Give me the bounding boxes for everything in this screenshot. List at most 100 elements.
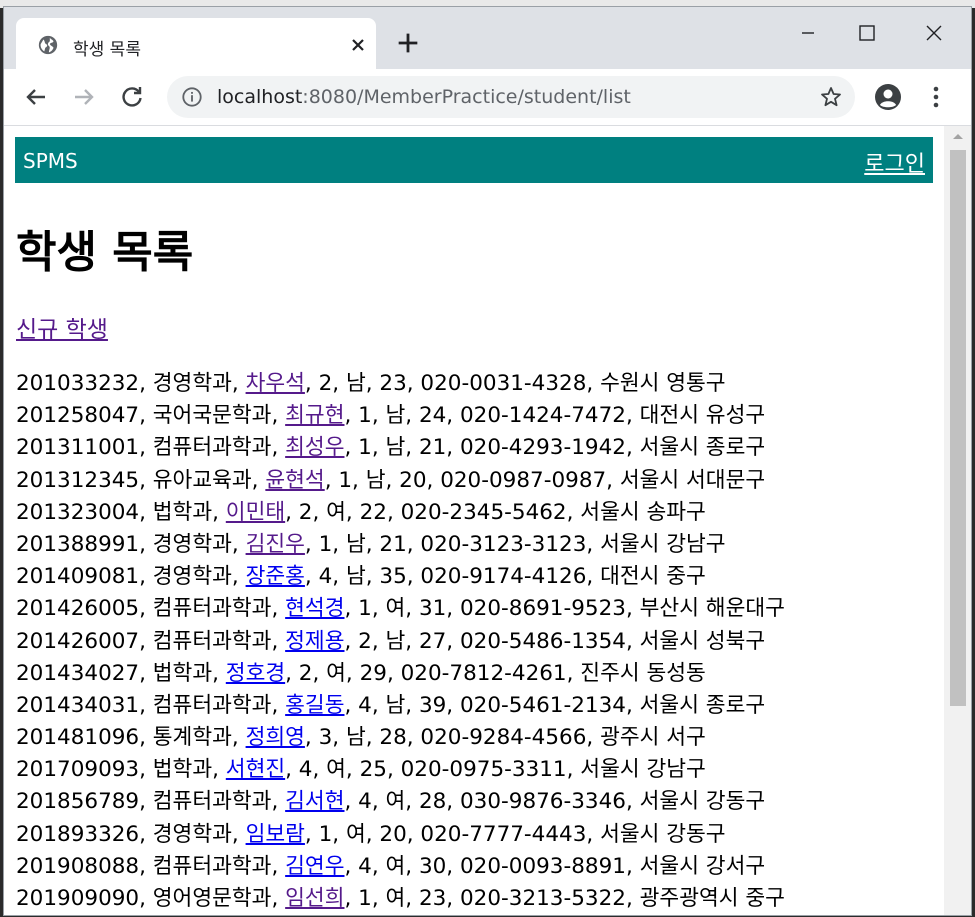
scrollbar-thumb[interactable] — [950, 150, 966, 706]
student-info-suffix: , 1, 남, 20, 020-0987-0987, 서울시 서대문구 — [324, 467, 766, 493]
student-info-prefix: 201856789, 컴퓨터과학과, — [16, 789, 286, 815]
student-row: 201909090, 영어영문학과, 임선희, 1, 여, 23, 020-32… — [16, 883, 785, 915]
address-bar[interactable]: localhost:8080/MemberPractice/student/li… — [167, 76, 855, 118]
brand-logo: SPMS — [23, 149, 78, 173]
student-info-prefix: 201323004, 법학과, — [16, 499, 226, 525]
student-info-suffix: , 3, 남, 28, 020-9284-4566, 광주시 서구 — [304, 725, 706, 751]
student-row: 201481096, 통계학과, 정희영, 3, 남, 28, 020-9284… — [16, 722, 785, 754]
student-name-link[interactable]: 임선희 — [285, 886, 344, 911]
student-info-suffix: , 2, 남, 27, 020-5486-1354, 서울시 성북구 — [344, 628, 766, 654]
student-info-suffix: , 4, 여, 28, 030-9876-3346, 서울시 강동구 — [344, 789, 766, 815]
back-arrow-icon[interactable] — [20, 81, 52, 113]
student-info-suffix: , 2, 여, 22, 020-2345-5462, 서울시 송파구 — [285, 499, 706, 525]
page-viewport: SPMS 로그인 학생 목록 신규 학생 201033232, 경영학과, 차우… — [4, 126, 944, 915]
student-info-prefix: 201033232, 경영학과, — [16, 371, 246, 396]
student-info-prefix: 201909090, 영어영문학과, — [16, 886, 286, 911]
bookmark-star-icon[interactable] — [819, 85, 843, 109]
student-info-prefix: 201908088, 컴퓨터과학과, — [16, 853, 286, 879]
student-name-link[interactable]: 최규현 — [285, 403, 344, 428]
student-name-link[interactable]: 정호경 — [226, 661, 285, 686]
student-info-prefix: 201434031, 컴퓨터과학과, — [16, 692, 286, 718]
student-info-prefix: 201409081, 경영학과, — [16, 564, 246, 590]
student-info-suffix: , 1, 여, 20, 020-7777-4443, 서울시 강동구 — [304, 821, 726, 847]
tab-title: 학생 목록 — [73, 40, 141, 60]
student-info-prefix: 201893326, 경영학과, — [16, 821, 246, 847]
student-info-suffix: , 1, 남, 24, 020-1424-7472, 대전시 유성구 — [344, 403, 766, 429]
minimize-icon[interactable] — [788, 17, 828, 49]
student-row: 201709093, 법학과, 서현진, 4, 여, 25, 020-0975-… — [16, 754, 785, 786]
student-row: 201258047, 국어국문학과, 최규현, 1, 남, 24, 020-14… — [16, 400, 785, 432]
page-title: 학생 목록 — [16, 227, 194, 278]
student-row: 201033232, 경영학과, 차우석, 2, 남, 23, 020-0031… — [16, 368, 785, 400]
student-row: 201426005, 컴퓨터과학과, 현석경, 1, 여, 31, 020-86… — [16, 593, 785, 625]
login-link[interactable]: 로그인 — [864, 146, 925, 178]
maximize-icon[interactable] — [846, 17, 886, 49]
info-icon[interactable] — [181, 86, 203, 108]
url-text[interactable]: localhost:8080/MemberPractice/student/li… — [217, 86, 631, 108]
student-info-suffix: , 4, 여, 30, 020-0093-8891, 서울시 강서구 — [344, 853, 766, 879]
student-row: 201312345, 유아교육과, 윤현석, 1, 남, 20, 020-098… — [16, 465, 785, 497]
student-name-link[interactable]: 정희영 — [246, 725, 305, 750]
student-info-suffix: , 2, 여, 29, 020-7812-4261, 진주시 동성동 — [285, 660, 706, 686]
student-info-prefix: 201311001, 컴퓨터과학과, — [16, 435, 286, 461]
globe-icon — [38, 35, 58, 55]
student-info-prefix: 201388991, 경영학과, — [16, 531, 246, 557]
student-row: 201311001, 컴퓨터과학과, 최성우, 1, 남, 21, 020-42… — [16, 432, 785, 464]
student-row: 201908088, 컴퓨터과학과, 김연우, 4, 여, 30, 020-00… — [16, 851, 785, 883]
student-info-prefix: 201709093, 법학과, — [16, 757, 226, 783]
browser-window: 학생 목록 localhost:8080/MemberPractice/stud… — [3, 6, 972, 916]
browser-tab[interactable]: 학생 목록 — [16, 18, 376, 70]
student-name-link[interactable]: 김진우 — [246, 532, 305, 557]
student-name-link[interactable]: 홍길동 — [285, 693, 344, 718]
reload-icon[interactable] — [116, 81, 148, 113]
close-tab-icon[interactable] — [346, 33, 370, 57]
student-name-link[interactable]: 정제용 — [285, 629, 344, 654]
student-row: 201434031, 컴퓨터과학과, 홍길동, 4, 남, 39, 020-54… — [16, 690, 785, 722]
student-name-link[interactable]: 윤현석 — [265, 468, 324, 493]
student-name-link[interactable]: 서현진 — [226, 757, 285, 782]
menu-dots-icon[interactable] — [922, 83, 950, 111]
student-info-suffix: , 1, 남, 21, 020-4293-1942, 서울시 종로구 — [344, 435, 766, 461]
student-name-link[interactable]: 임보람 — [246, 822, 305, 847]
student-row: 201434027, 법학과, 정호경, 2, 여, 29, 020-7812-… — [16, 658, 785, 690]
url-host: localhost — [217, 86, 303, 108]
student-info-suffix: , 1, 여, 23, 020-3213-5322, 광주광역시 중구 — [344, 886, 785, 911]
student-name-link[interactable]: 이민태 — [226, 500, 285, 525]
student-info-prefix: 201426005, 컴퓨터과학과, — [16, 596, 286, 622]
student-list: 201033232, 경영학과, 차우석, 2, 남, 23, 020-0031… — [16, 368, 785, 915]
student-row: 201388991, 경영학과, 김진우, 1, 남, 21, 020-3123… — [16, 529, 785, 561]
student-info-suffix: , 1, 여, 31, 020-8691-9523, 부산시 해운대구 — [344, 596, 785, 622]
student-info-suffix: , 1, 남, 21, 020-3123-3123, 서울시 강남구 — [304, 531, 726, 557]
site-header: SPMS 로그인 — [15, 137, 933, 183]
student-row: 201323004, 법학과, 이민태, 2, 여, 22, 020-2345-… — [16, 497, 785, 529]
student-info-prefix: 201481096, 통계학과, — [16, 725, 246, 751]
student-row: 201426007, 컴퓨터과학과, 정제용, 2, 남, 27, 020-54… — [16, 626, 785, 658]
student-info-prefix: 201312345, 유아교육과, — [16, 467, 266, 493]
student-name-link[interactable]: 현석경 — [285, 596, 344, 621]
tab-strip: 학생 목록 — [4, 7, 971, 70]
student-info-suffix: , 4, 여, 25, 020-0975-3311, 서울시 강남구 — [285, 757, 706, 783]
student-info-suffix: , 4, 남, 35, 020-9174-4126, 대전시 중구 — [304, 564, 706, 590]
student-info-prefix: 201258047, 국어국문학과, — [16, 403, 286, 429]
vertical-scrollbar[interactable] — [944, 126, 972, 915]
url-path: :8080/MemberPractice/student/list — [302, 86, 631, 108]
student-info-suffix: , 2, 남, 23, 020-0031-4328, 수원시 영통구 — [304, 371, 726, 396]
student-name-link[interactable]: 차우석 — [246, 371, 305, 396]
student-name-link[interactable]: 장준홍 — [246, 564, 305, 589]
student-row: 201893326, 경영학과, 임보람, 1, 여, 20, 020-7777… — [16, 819, 785, 851]
browser-toolbar: localhost:8080/MemberPractice/student/li… — [4, 69, 971, 126]
student-name-link[interactable]: 김서현 — [285, 789, 344, 814]
student-info-suffix: , 4, 남, 39, 020-5461-2134, 서울시 종로구 — [344, 692, 766, 718]
new-student-link[interactable]: 신규 학생 — [16, 310, 108, 344]
new-tab-icon[interactable] — [394, 29, 422, 57]
scroll-up-arrow-icon[interactable] — [944, 126, 972, 146]
profile-icon[interactable] — [874, 83, 902, 111]
student-name-link[interactable]: 김연우 — [285, 854, 344, 879]
student-info-prefix: 201434027, 법학과, — [16, 660, 226, 686]
student-row: 201856789, 컴퓨터과학과, 김서현, 4, 여, 28, 030-98… — [16, 786, 785, 818]
student-info-prefix: 201426007, 컴퓨터과학과, — [16, 628, 286, 654]
forward-arrow-icon[interactable] — [68, 81, 100, 113]
student-name-link[interactable]: 최성우 — [285, 435, 344, 460]
window-close-icon[interactable] — [914, 17, 954, 49]
student-row: 201409081, 경영학과, 장준홍, 4, 남, 35, 020-9174… — [16, 561, 785, 593]
